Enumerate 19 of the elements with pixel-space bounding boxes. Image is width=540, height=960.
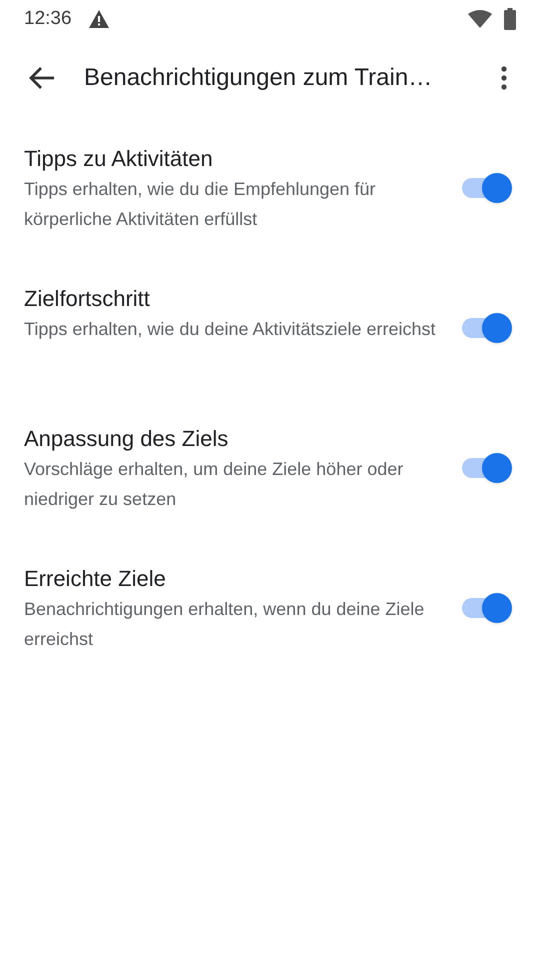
warning-icon [88,9,110,29]
battery-icon [504,8,516,30]
setting-title: Anpassung des Ziels [24,425,230,453]
wifi-icon [468,10,492,28]
toggle-switch[interactable] [460,312,512,344]
setting-title: Tipps zu Aktivitäten [24,145,214,173]
setting-description: Tipps erhalten, wie du die Empfehlungen für körperliche Aktivitäten erfüllst [24,178,377,231]
setting-description: Vorschläge erhalten, um deine Ziele höher oder niedriger zu setzen [24,458,404,511]
status-time: 12:36 [24,6,72,31]
setting-title: Erreichte Ziele [24,565,167,593]
toggle-switch[interactable] [460,452,512,484]
toggle-switch[interactable] [460,172,512,204]
setting-description: Benachrichtigungen erhalten, wenn du deine Ziele erreichst [24,598,426,651]
setting-title: Zielfortschritt [24,285,151,313]
back-arrow-icon [29,66,55,90]
screen-title: Benachrichtigungen zum Train… [84,63,434,93]
setting-description: Tipps erhalten, wie du deine Aktivitätsziele erreichst [24,318,437,341]
toggle-switch[interactable] [460,592,512,624]
more-options-icon [501,66,507,90]
